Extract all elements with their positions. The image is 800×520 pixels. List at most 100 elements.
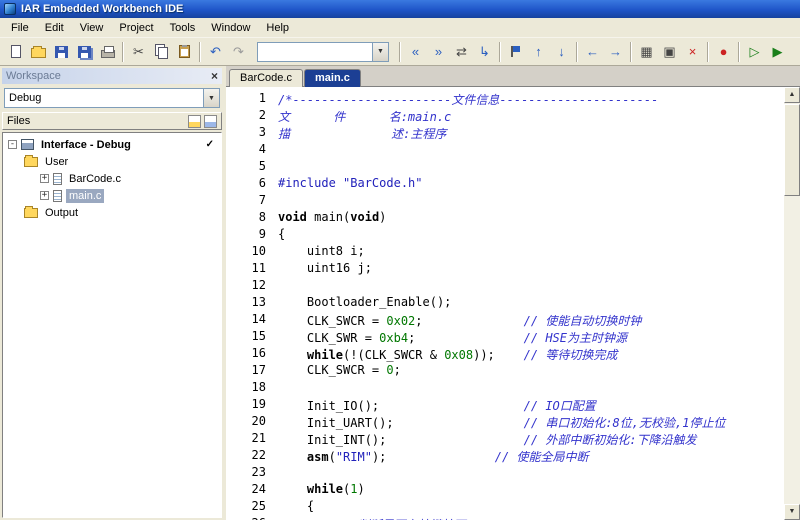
- paste-icon: [179, 45, 190, 58]
- menu-project[interactable]: Project: [111, 19, 161, 37]
- code-text: while(1): [278, 482, 365, 499]
- line-number: 26: [226, 516, 278, 520]
- editor-panel: BarCode.cmain.c 1/*---------------------…: [226, 66, 800, 520]
- code-text: {: [278, 227, 285, 244]
- tree-item-output[interactable]: Output: [3, 204, 221, 221]
- menu-view[interactable]: View: [72, 19, 112, 37]
- find-combobox[interactable]: ▼: [257, 42, 389, 62]
- title-bar[interactable]: IAR Embedded Workbench IDE: [0, 0, 800, 18]
- find-next-button[interactable]: »: [427, 41, 450, 63]
- tree-item-label: Interface - Debug: [38, 138, 134, 152]
- code-text: CLK_SWCR = 0x02; // 使能自动切换时钟: [278, 312, 641, 329]
- config-select[interactable]: Debug ▼: [4, 88, 220, 108]
- code-text: // 判断是否有按键按下: [278, 516, 465, 520]
- code-editor[interactable]: 1/*----------------------文件信息-----------…: [226, 87, 784, 520]
- code-text: void main(void): [278, 210, 386, 227]
- find-input[interactable]: [258, 43, 372, 61]
- navigate-backward-icon: ←: [586, 45, 599, 58]
- close-icon[interactable]: ×: [211, 71, 218, 81]
- toggle-bookmark-button[interactable]: [504, 41, 527, 63]
- save-icon: [55, 46, 68, 58]
- menu-tools[interactable]: Tools: [162, 19, 204, 37]
- scrollbar-thumb[interactable]: [784, 104, 800, 196]
- goto-button[interactable]: ↳: [473, 41, 496, 63]
- debug-without-downloading-button[interactable]: ▷: [743, 41, 766, 63]
- compile-button[interactable]: ▦: [635, 41, 658, 63]
- expand-icon[interactable]: +: [40, 174, 49, 183]
- paste-button[interactable]: [173, 41, 196, 63]
- navigate-forward-button[interactable]: →: [604, 41, 627, 63]
- replace-button[interactable]: ⇄: [450, 41, 473, 63]
- line-number: 7: [226, 193, 278, 210]
- next-bookmark-button[interactable]: ↓: [550, 41, 573, 63]
- code-line: 6#include "BarCode.h": [226, 176, 784, 193]
- open-folder-button[interactable]: [27, 41, 50, 63]
- menu-window[interactable]: Window: [203, 19, 258, 37]
- tab-barcode-c[interactable]: BarCode.c: [229, 69, 303, 87]
- tree-item-user[interactable]: User: [3, 153, 221, 170]
- save-all-button[interactable]: [73, 41, 96, 63]
- make-icon: ▣: [663, 45, 675, 58]
- code-line: 17 CLK_SWCR = 0;: [226, 363, 784, 380]
- line-number: 8: [226, 210, 278, 227]
- chevron-down-icon[interactable]: ▼: [372, 43, 388, 61]
- copy-button[interactable]: [150, 41, 173, 63]
- previous-bookmark-icon: ↑: [535, 45, 542, 58]
- menu-edit[interactable]: Edit: [37, 19, 72, 37]
- toggle-breakpoint-icon: ●: [720, 45, 728, 58]
- find-previous-button[interactable]: «: [404, 41, 427, 63]
- files-header[interactable]: Files: [2, 112, 222, 130]
- line-number: 22: [226, 448, 278, 465]
- scroll-up-icon[interactable]: ▲: [784, 87, 800, 103]
- goto-icon: ↳: [479, 45, 490, 58]
- scroll-down-icon[interactable]: ▼: [784, 504, 800, 520]
- code-line: 1/*----------------------文件信息-----------…: [226, 91, 784, 108]
- chevron-down-icon[interactable]: ▼: [203, 89, 219, 107]
- expand-icon[interactable]: +: [40, 191, 49, 200]
- collapse-icon[interactable]: -: [8, 140, 17, 149]
- print-button[interactable]: [96, 41, 119, 63]
- vertical-scrollbar[interactable]: ▲ ▼: [784, 87, 800, 520]
- line-number: 21: [226, 431, 278, 448]
- workspace-panel: Workspace × Debug ▼ Files -Interface - D…: [0, 66, 224, 520]
- previous-bookmark-button[interactable]: ↑: [527, 41, 550, 63]
- code-line: 9{: [226, 227, 784, 244]
- code-line: 15 CLK_SWR = 0xb4; // HSE为主时钟源: [226, 329, 784, 346]
- code-line: 20 Init_UART(); // 串口初始化:8位,无校验,1停止位: [226, 414, 784, 431]
- menu-bar: FileEditViewProjectToolsWindowHelp: [0, 18, 800, 38]
- output-column-icon[interactable]: [204, 115, 217, 128]
- code-text: Bootloader_Enable();: [278, 295, 451, 312]
- line-number: 24: [226, 482, 278, 499]
- tree-item-barcode-c[interactable]: +BarCode.c: [3, 170, 221, 187]
- menu-file[interactable]: File: [3, 19, 37, 37]
- next-bookmark-icon: ↓: [558, 45, 565, 58]
- redo-button[interactable]: ↷: [227, 41, 250, 63]
- make-button[interactable]: ▣: [658, 41, 681, 63]
- cut-button[interactable]: ✂: [127, 41, 150, 63]
- app-window: { "window": { "title": "IAR Embedded Wor…: [0, 0, 800, 520]
- undo-button[interactable]: ↶: [204, 41, 227, 63]
- tree-item-interface-debug[interactable]: -Interface - Debug✓: [3, 136, 221, 153]
- new-document-button[interactable]: [4, 41, 27, 63]
- menu-help[interactable]: Help: [258, 19, 297, 37]
- code-line: 11 uint16 j;: [226, 261, 784, 278]
- line-number: 5: [226, 159, 278, 176]
- navigate-backward-button[interactable]: ←: [581, 41, 604, 63]
- save-button[interactable]: [50, 41, 73, 63]
- download-and-debug-button[interactable]: ▶: [766, 41, 789, 63]
- stop-build-button[interactable]: ×: [681, 41, 704, 63]
- tab-main-c[interactable]: main.c: [304, 69, 361, 87]
- save-all-icon: [78, 46, 91, 58]
- line-number: 25: [226, 499, 278, 516]
- code-text: Init_IO(); // IO口配置: [278, 397, 596, 414]
- build-column-icon[interactable]: [188, 115, 201, 128]
- code-line: 16 while(!(CLK_SWCR & 0x08)); // 等待切换完成: [226, 346, 784, 363]
- line-number: 17: [226, 363, 278, 380]
- undo-icon: ↶: [210, 45, 221, 58]
- toggle-breakpoint-button[interactable]: ●: [712, 41, 735, 63]
- code-line: 12: [226, 278, 784, 295]
- tree-item-main-c[interactable]: +main.c: [3, 187, 221, 204]
- window-title: IAR Embedded Workbench IDE: [21, 3, 183, 15]
- copy-icon: [158, 47, 168, 59]
- code-line: 18: [226, 380, 784, 397]
